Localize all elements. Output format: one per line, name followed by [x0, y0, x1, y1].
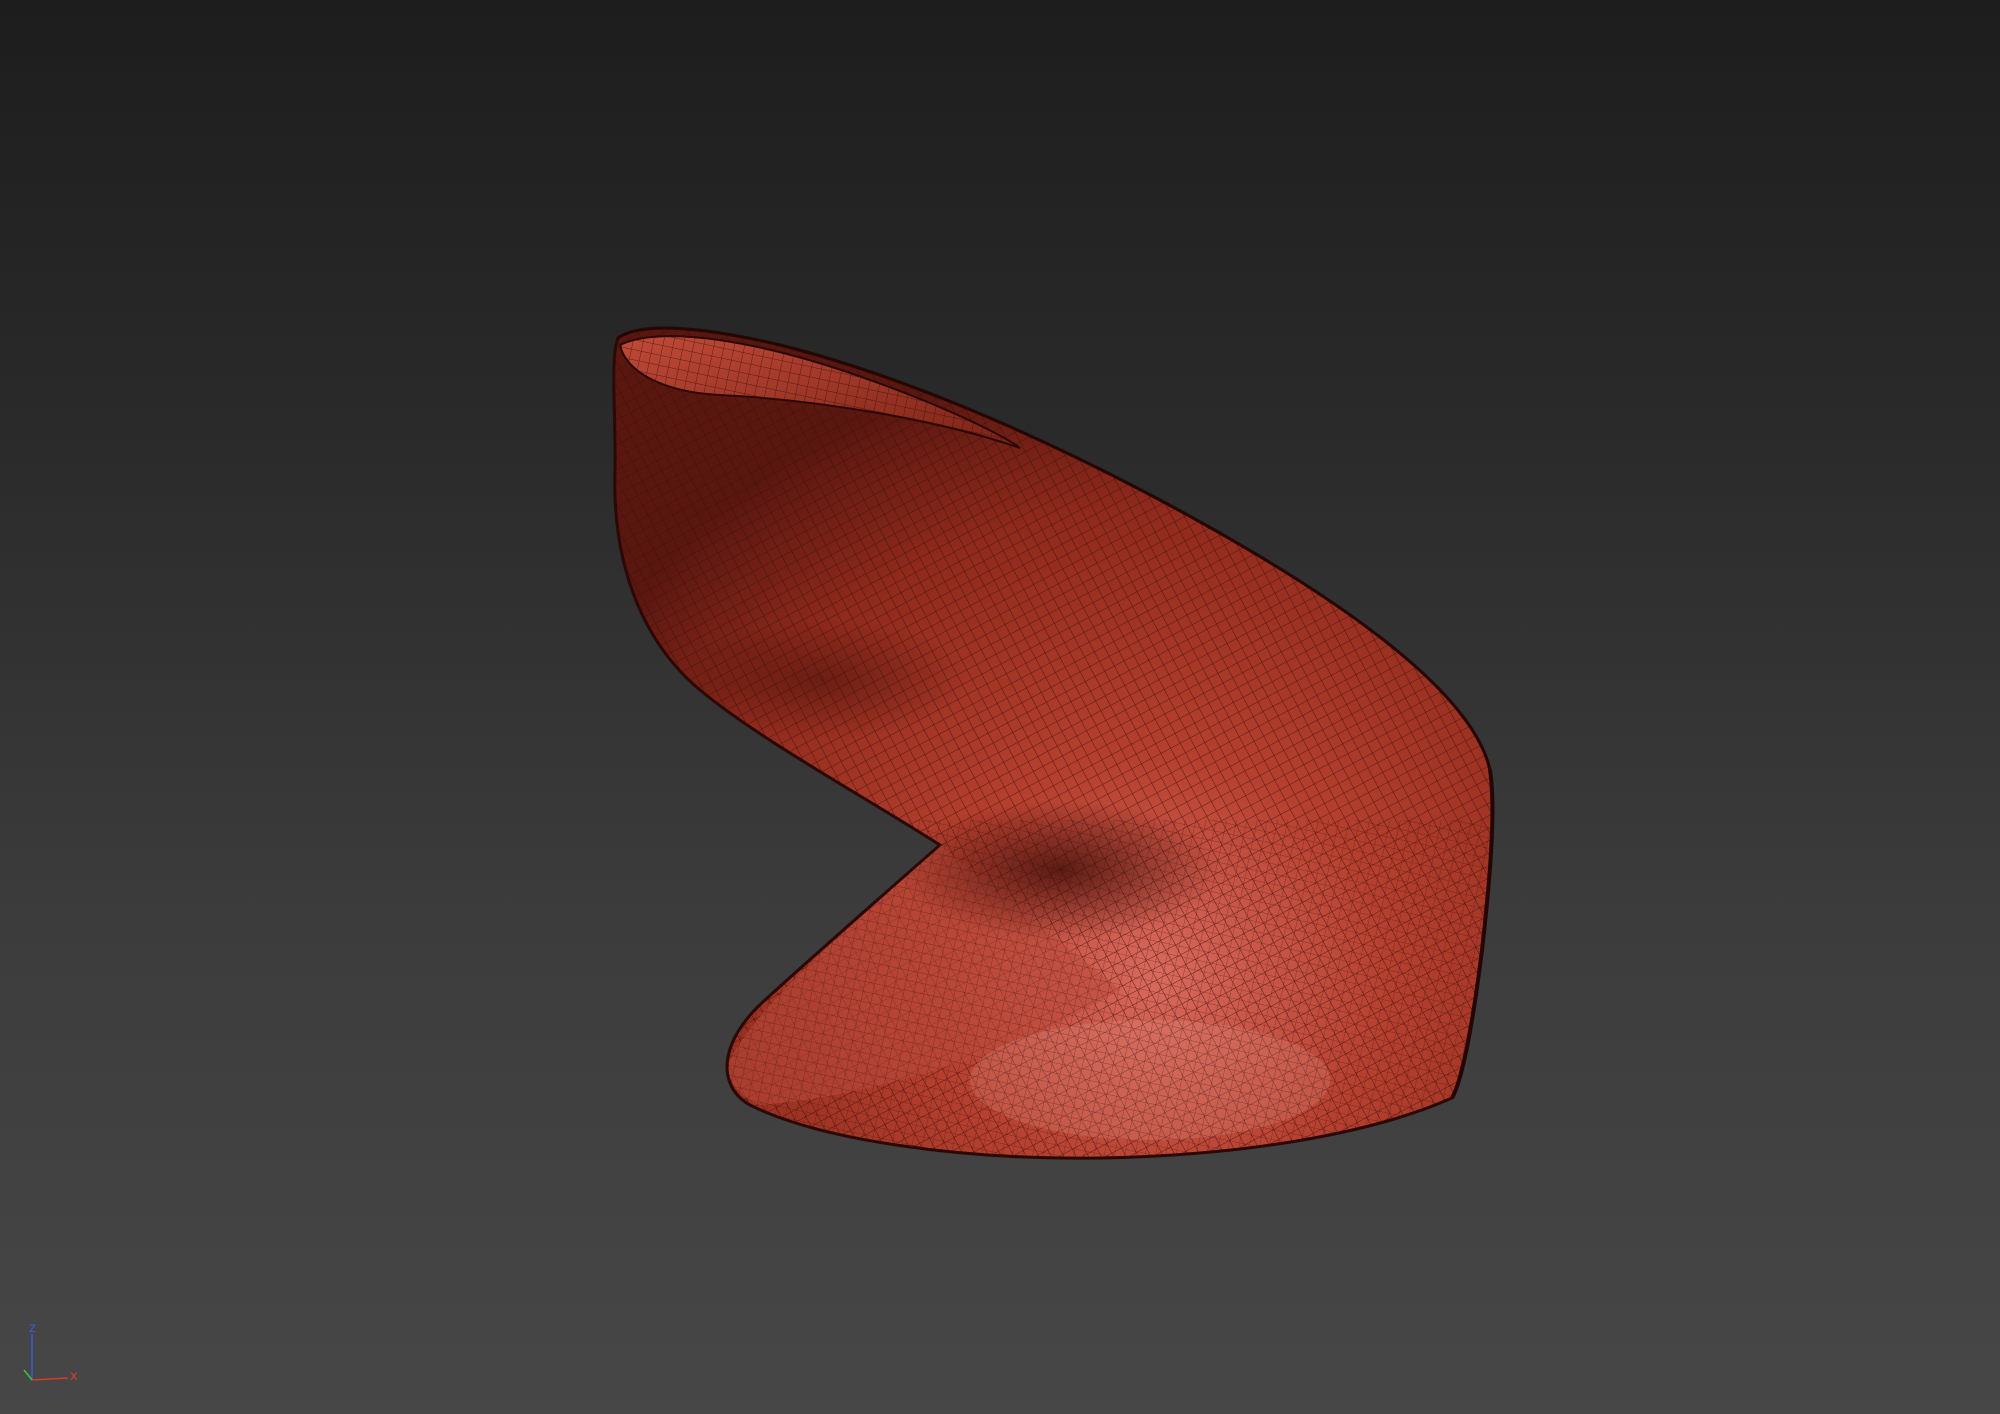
y-axis-line [23, 1369, 33, 1381]
x-axis-label: x [70, 1369, 78, 1384]
x-axis-line [31, 1377, 69, 1381]
z-axis-label: z [29, 1321, 36, 1336]
chair-mesh-model[interactable] [0, 0, 2000, 1414]
3d-viewport[interactable]: z x [0, 0, 2000, 1414]
axis-gizmo: z x [23, 1321, 78, 1384]
